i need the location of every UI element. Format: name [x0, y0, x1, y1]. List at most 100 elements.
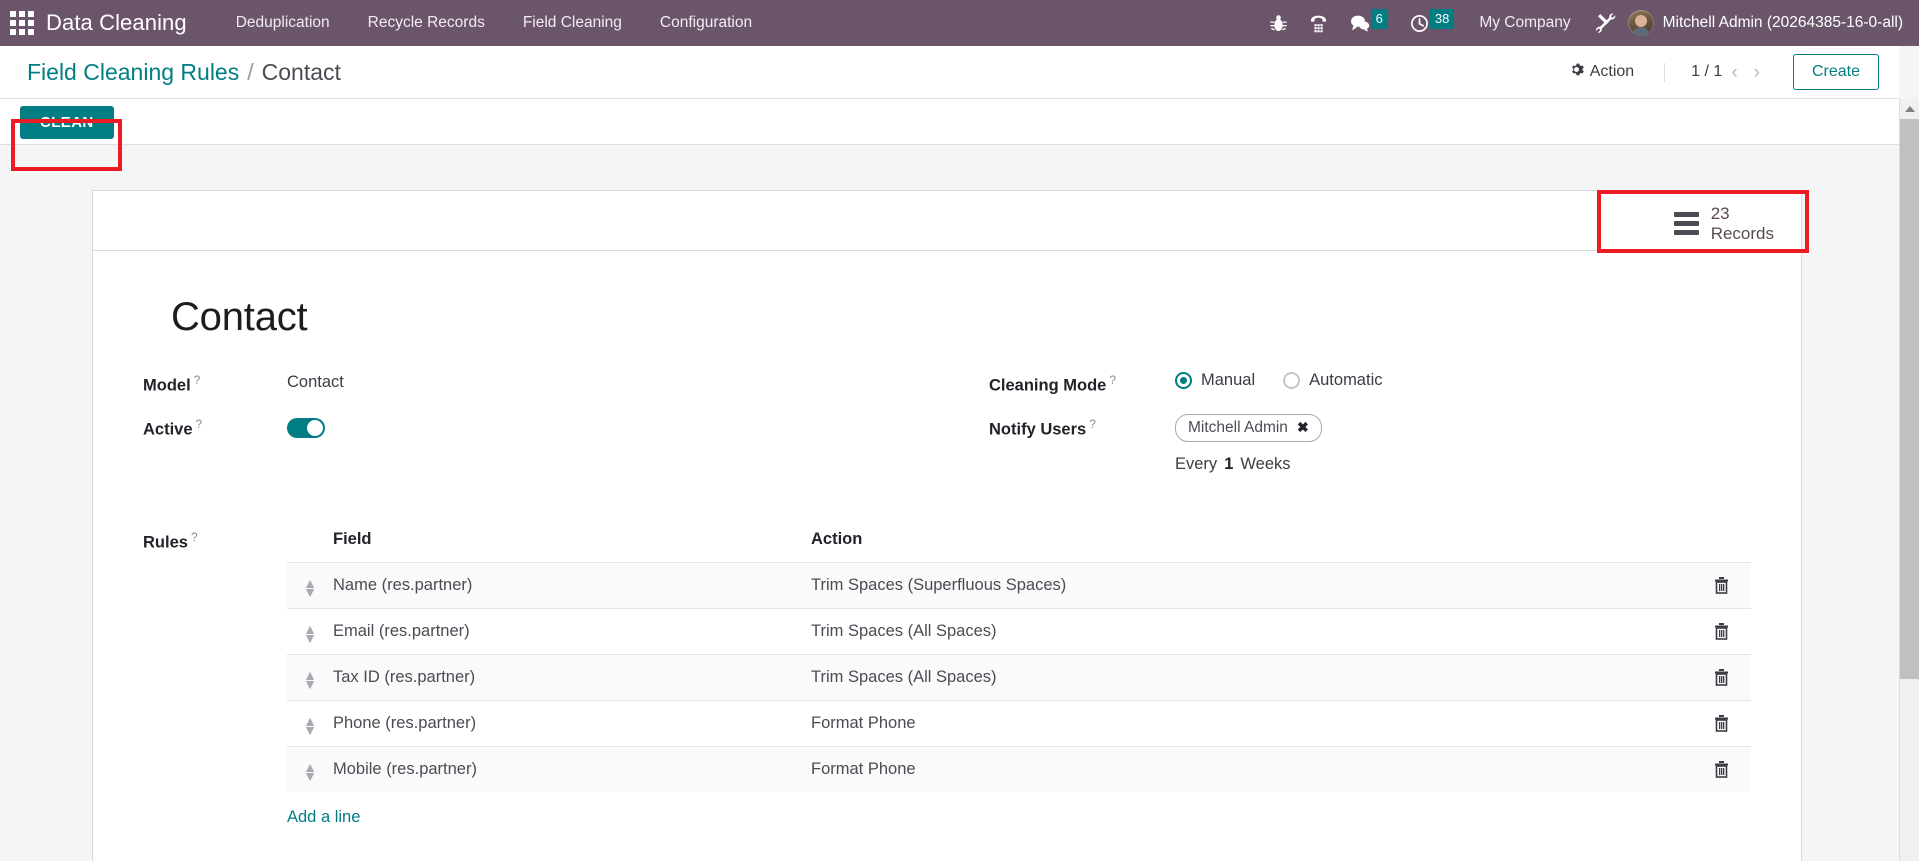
- rules-table: Field Action ▲ ▼ Name (res.partner) Trim…: [287, 526, 1751, 792]
- menu-item-field-cleaning[interactable]: Field Cleaning: [504, 0, 641, 46]
- drag-handle-icon[interactable]: ▲ ▼: [287, 714, 333, 737]
- row-delete-button[interactable]: [1691, 653, 1751, 700]
- form-columns: Model? Contact Active? Cleaning Mode ? M…: [143, 370, 1751, 492]
- table-row[interactable]: ▲ ▼ Name (res.partner) Trim Spaces (Super…: [287, 561, 1751, 608]
- scroll-up-arrow-icon[interactable]: [1900, 99, 1919, 119]
- notify-users-help-icon[interactable]: ?: [1089, 417, 1096, 431]
- breadcrumb-root-link[interactable]: Field Cleaning Rules: [27, 59, 239, 86]
- field-row-model: Model? Contact: [143, 370, 947, 396]
- field-row-cleaning-mode: Cleaning Mode? Manual Automatic: [989, 370, 1751, 396]
- row-delete-button[interactable]: [1691, 699, 1751, 746]
- row-field[interactable]: Email (res.partner): [333, 607, 811, 654]
- table-row[interactable]: ▲ ▼ Mobile (res.partner) Format Phone: [287, 745, 1751, 792]
- trash-icon: [1714, 760, 1728, 778]
- drag-handle-icon[interactable]: ▲ ▼: [287, 760, 333, 783]
- form-column-left: Model? Contact Active?: [143, 370, 947, 492]
- breadcrumb-separator: /: [247, 58, 254, 85]
- control-panel-actions: Action 1 / 1 ‹ › Create: [1555, 54, 1899, 90]
- row-handle-cell[interactable]: ▲ ▼: [287, 607, 333, 654]
- notify-users-field[interactable]: Mitchell Admin ✖ Every 1 Weeks: [1175, 413, 1322, 474]
- interval-value[interactable]: 1: [1224, 455, 1233, 474]
- trash-icon: [1714, 576, 1728, 594]
- apps-grid-icon[interactable]: [0, 0, 44, 46]
- create-button[interactable]: Create: [1792, 54, 1879, 90]
- table-row[interactable]: ▲ ▼ Phone (res.partner) Format Phone: [287, 699, 1751, 746]
- field-row-notify-users: Notify Users? Mitchell Admin ✖ Every 1 W…: [989, 413, 1751, 474]
- breadcrumb: Field Cleaning Rules / Contact: [0, 59, 341, 86]
- table-row[interactable]: ▲ ▼ Email (res.partner) Trim Spaces (All …: [287, 607, 1751, 654]
- pager: 1 / 1 ‹ ›: [1664, 62, 1767, 82]
- user-tag-label: Mitchell Admin: [1188, 418, 1288, 436]
- trash-icon: [1714, 622, 1728, 640]
- avatar[interactable]: [1627, 10, 1654, 36]
- menu-item-recycle-records[interactable]: Recycle Records: [349, 0, 504, 46]
- radio-automatic[interactable]: Automatic: [1283, 371, 1383, 390]
- active-label: Active?: [143, 416, 203, 439]
- drag-handle-icon[interactable]: ▲ ▼: [287, 576, 333, 599]
- chevron-left-icon[interactable]: ‹: [1724, 63, 1744, 82]
- bug-icon[interactable]: [1259, 0, 1298, 46]
- row-handle-cell[interactable]: ▲ ▼: [287, 699, 333, 746]
- radio-manual-label: Manual: [1201, 371, 1256, 389]
- drag-handle-icon[interactable]: ▲ ▼: [287, 668, 333, 691]
- row-delete-button[interactable]: [1691, 561, 1751, 608]
- cleaning-mode-help-icon[interactable]: ?: [1109, 373, 1116, 387]
- row-delete-button[interactable]: [1691, 745, 1751, 792]
- row-action[interactable]: Format Phone: [811, 699, 1691, 746]
- row-handle-cell[interactable]: ▲ ▼: [287, 653, 333, 700]
- vertical-scrollbar[interactable]: [1899, 99, 1919, 861]
- tools-wrench-icon[interactable]: [1585, 0, 1628, 46]
- menu-item-deduplication[interactable]: Deduplication: [217, 0, 349, 46]
- model-help-icon[interactable]: ?: [194, 373, 201, 387]
- messages-icon[interactable]: 6: [1339, 0, 1399, 46]
- gear-icon: [1569, 62, 1584, 82]
- row-action[interactable]: Trim Spaces (All Spaces): [811, 653, 1691, 700]
- messages-badge: 6: [1370, 8, 1388, 29]
- column-handle: [287, 526, 333, 563]
- scrollbar-thumb[interactable]: [1900, 119, 1919, 679]
- table-row[interactable]: ▲ ▼ Tax ID (res.partner) Trim Spaces (All…: [287, 653, 1751, 700]
- column-field: Field: [333, 529, 372, 548]
- model-value[interactable]: Contact: [287, 370, 344, 392]
- record-action-bar: CLEAN: [0, 99, 1899, 145]
- column-action: Action: [811, 529, 863, 548]
- add-a-line-link[interactable]: Add a line: [287, 792, 360, 837]
- records-stat-button[interactable]: 23 Records: [1664, 200, 1786, 247]
- activities-badge: 38: [1429, 8, 1455, 29]
- row-field[interactable]: Mobile (res.partner): [333, 745, 811, 792]
- top-navbar: Data Cleaning Deduplication Recycle Reco…: [0, 0, 1919, 46]
- row-field[interactable]: Name (res.partner): [333, 561, 811, 608]
- breadcrumb-current: Contact: [261, 58, 341, 85]
- clean-button[interactable]: CLEAN: [20, 106, 114, 139]
- drag-handle-icon[interactable]: ▲ ▼: [287, 622, 333, 645]
- menu-item-configuration[interactable]: Configuration: [641, 0, 771, 46]
- row-action[interactable]: Format Phone: [811, 745, 1691, 792]
- activities-clock-icon[interactable]: 38: [1399, 0, 1465, 46]
- row-handle-cell[interactable]: ▲ ▼: [287, 745, 333, 792]
- row-field[interactable]: Tax ID (res.partner): [333, 653, 811, 700]
- active-toggle[interactable]: [287, 417, 325, 438]
- radio-automatic-dot: [1283, 372, 1301, 389]
- close-x-icon[interactable]: ✖: [1297, 419, 1309, 436]
- voip-phone-icon[interactable]: [1298, 0, 1339, 46]
- user-tag[interactable]: Mitchell Admin ✖: [1175, 413, 1322, 442]
- trash-icon: [1714, 668, 1728, 686]
- row-action[interactable]: Trim Spaces (Superfluous Spaces): [811, 561, 1691, 608]
- app-brand-title[interactable]: Data Cleaning: [44, 10, 195, 36]
- chevron-right-icon[interactable]: ›: [1747, 63, 1767, 82]
- control-panel: Field Cleaning Rules / Contact Action 1 …: [0, 46, 1899, 99]
- action-button[interactable]: Action: [1555, 56, 1648, 88]
- row-action[interactable]: Trim Spaces (All Spaces): [811, 607, 1691, 654]
- company-switcher[interactable]: My Company: [1465, 14, 1584, 32]
- row-field[interactable]: Phone (res.partner): [333, 699, 811, 746]
- row-handle-cell[interactable]: ▲ ▼: [287, 561, 333, 608]
- rules-label: Rules?: [143, 529, 198, 552]
- radio-manual[interactable]: Manual: [1175, 371, 1255, 390]
- field-row-active: Active?: [143, 414, 947, 440]
- form-view-scroll-area: 23 Records Contact Model? Contact Active…: [0, 146, 1899, 861]
- interval-unit[interactable]: Weeks: [1240, 455, 1290, 474]
- user-menu-label[interactable]: Mitchell Admin (20264385-16-0-all): [1654, 14, 1909, 32]
- active-help-icon[interactable]: ?: [196, 417, 203, 431]
- row-delete-button[interactable]: [1691, 607, 1751, 654]
- rules-help-icon[interactable]: ?: [191, 530, 198, 544]
